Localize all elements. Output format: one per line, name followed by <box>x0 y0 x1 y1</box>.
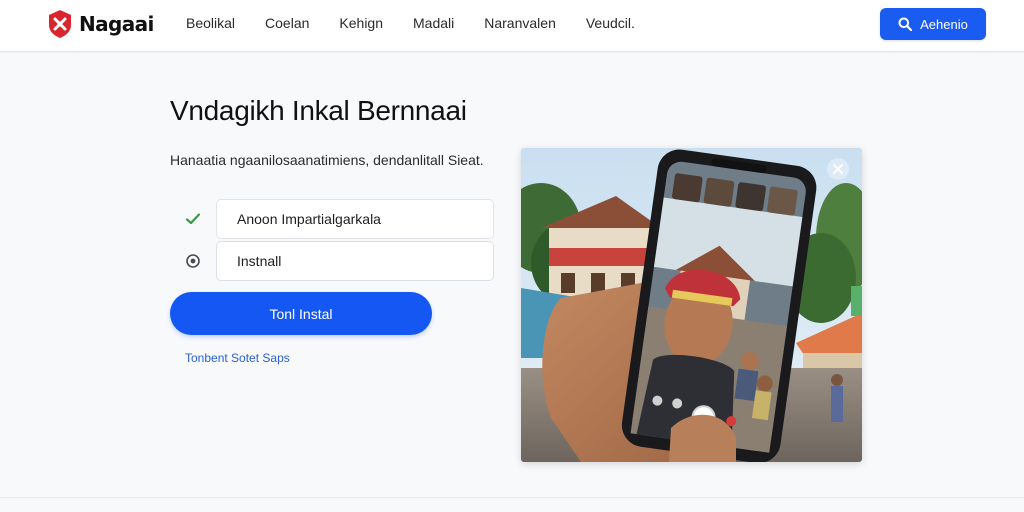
close-icon[interactable] <box>827 158 849 180</box>
nav-item-5[interactable]: Naranvalen <box>484 14 556 32</box>
nav-item-1[interactable]: Beolikal <box>186 14 235 32</box>
option-2-box[interactable]: Instnall <box>216 241 494 281</box>
check-icon <box>185 213 201 225</box>
close-x-glyph <box>833 164 843 174</box>
option-row-1[interactable]: Anoon Impartialgarkala <box>170 199 494 239</box>
nav-item-4[interactable]: Madali <box>413 14 454 32</box>
nav-item-2[interactable]: Coelan <box>265 14 309 32</box>
option-1-box[interactable]: Anoon Impartialgarkala <box>216 199 494 239</box>
brand-logo-icon <box>49 10 71 38</box>
search-button-label: Aehenio <box>920 16 968 32</box>
page-description: Hanaatia ngaanilosaanatimiens, dendanlit… <box>170 152 484 168</box>
hero-illustration <box>521 148 862 462</box>
brand[interactable]: Nagaai <box>47 9 154 39</box>
search-icon <box>898 17 913 31</box>
option-row-2[interactable]: Instnall <box>170 241 494 281</box>
search-button[interactable]: Aehenio <box>880 8 986 40</box>
main-content <box>0 53 1024 512</box>
section-divider <box>0 497 1024 498</box>
top-navigation-bar: Nagaai Beolikal Coelan Kehign Madali Nar… <box>0 0 1024 52</box>
option-2-label: Instnall <box>237 253 282 269</box>
radio-icon[interactable] <box>185 253 201 269</box>
main-nav: Beolikal Coelan Kehign Madali Naranvalen… <box>186 14 635 32</box>
option-1-label: Anoon Impartialgarkala <box>237 211 381 227</box>
brand-name: Nagaai <box>79 12 154 36</box>
hero-image <box>521 148 862 462</box>
page-title: Vndagikh Inkal Bernnaai <box>170 95 467 126</box>
secondary-link[interactable]: Tonbent Sotet Saps <box>185 351 290 365</box>
nav-item-6[interactable]: Veudcil. <box>586 14 635 32</box>
install-button[interactable]: Tonl Instal <box>170 292 432 335</box>
option-1-icon-cell <box>170 199 216 239</box>
option-2-icon-cell <box>170 241 216 281</box>
nav-item-3[interactable]: Kehign <box>339 14 383 32</box>
